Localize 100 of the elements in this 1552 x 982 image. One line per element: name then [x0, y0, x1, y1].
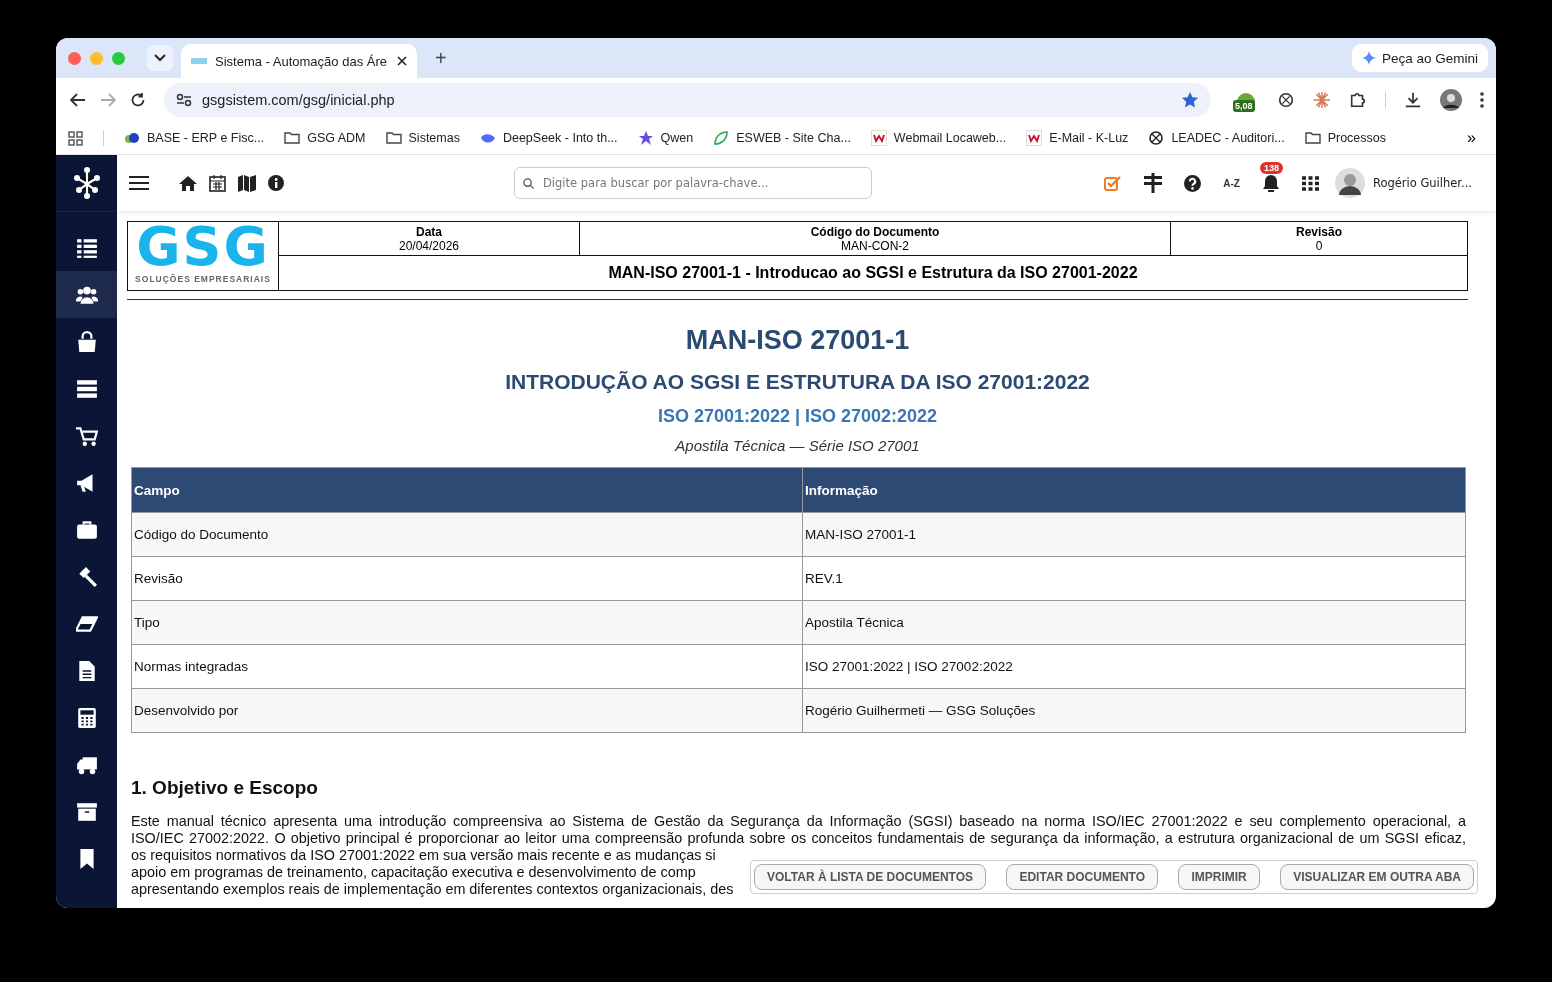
action-button[interactable]: VISUALIZAR EM OUTRA ABA [1280, 864, 1474, 890]
bookmark[interactable]: LEADEC - Auditori... [1148, 130, 1285, 146]
calendar-button[interactable] [209, 174, 226, 192]
table-cell: Apostila Técnica [802, 600, 1466, 645]
action-button[interactable]: IMPRIMIR [1178, 864, 1260, 890]
alphabetical-button[interactable]: A-Z [1223, 177, 1240, 189]
table-cell: Código do Documento [131, 512, 803, 557]
signpost-button[interactable] [1144, 173, 1163, 193]
map-button[interactable] [238, 174, 256, 192]
grid-icon [1301, 175, 1319, 191]
norms-line: ISO 27001:2022 | ISO 27002:2022 [657, 406, 938, 427]
bookmark[interactable]: Sistemas [385, 130, 460, 146]
knot-icon [1277, 91, 1295, 109]
help-icon [1184, 174, 1202, 192]
field-value: MAN-CON-2 [841, 238, 909, 253]
bookmark[interactable]: E-Mail - K-Luz [1026, 130, 1129, 146]
knot-icon [1148, 130, 1165, 146]
extension-button[interactable]: 5,08 [1233, 88, 1259, 112]
burst-icon [1313, 91, 1331, 109]
bag-icon [75, 330, 98, 353]
table-cell: REV.1 [802, 556, 1466, 601]
table-cell: Desenvolvido por [131, 688, 803, 733]
sparkle-icon [1361, 51, 1376, 65]
reload-button[interactable] [130, 92, 146, 108]
table-cell: Rogério Guilhermeti — GSG Soluções [802, 688, 1466, 733]
document-title: MAN-ISO 27001-1 [685, 325, 910, 356]
back-button[interactable] [70, 93, 86, 107]
info-icon [268, 175, 284, 191]
help-button[interactable] [1184, 174, 1202, 192]
sidebar-item[interactable] [56, 271, 117, 318]
bookmark[interactable]: Webmail Locaweb... [870, 130, 1007, 146]
field-label: Data [415, 224, 443, 239]
document-header-title: MAN-ISO 27001-1 - Introducao ao SGSI e Estrutura da ISO 27001-2022 [608, 264, 1138, 281]
folder-icon [1304, 130, 1321, 146]
checkbox-icon [1104, 175, 1123, 191]
menu-button[interactable] [129, 175, 149, 191]
puzzle-icon [1349, 91, 1367, 109]
close-icon [397, 56, 407, 66]
reload-icon [130, 92, 146, 108]
cart-icon [75, 424, 98, 447]
column-header: Informação [802, 467, 1466, 513]
table-cell: Revisão [131, 556, 803, 601]
bookmark[interactable]: DeepSeek - Into th... [479, 130, 618, 146]
logo: GSG [136, 224, 270, 270]
field-value: 20/04/2026 [398, 238, 460, 253]
site-settings-icon [176, 93, 192, 107]
apps-grid-icon [68, 130, 83, 146]
bookmark[interactable]: BASE - ERP e Fisc... [124, 130, 265, 146]
column-header: Campo [131, 467, 803, 513]
apps-button[interactable] [1301, 175, 1319, 191]
paragraph: os requisitos normativos da ISO 27001:2022 em sua versão mais recente e as mudanças si apoio em programas de treinamento, capacitação executiva e desenvolvimento de comp apresentando exemplos reais de implementação em diferentes contextos organizacionais, des [131, 847, 731, 898]
dots-icon [124, 130, 140, 146]
new-tab-button[interactable]: + [431, 46, 451, 70]
map-icon [238, 174, 256, 192]
series-line: Apostila Técnica — Série ISO 27001 [675, 437, 920, 454]
tab-menu-button[interactable] [147, 45, 173, 71]
signpost-icon [1144, 173, 1163, 193]
gemini-button[interactable]: Peça ao Gemini [1351, 44, 1488, 72]
server-icon [75, 377, 98, 400]
star-icon [1181, 91, 1199, 109]
table-cell: Normas integradas [131, 644, 803, 689]
table-cell: ISO 27001:2022 | ISO 27002:2022 [802, 644, 1466, 689]
folder-icon [385, 130, 402, 146]
avatar-icon [1440, 89, 1462, 111]
menu-icon [129, 175, 149, 191]
avatar-icon [1334, 168, 1365, 198]
info-button[interactable] [268, 175, 284, 191]
browser-tab[interactable]: Sistema - Automação das Áre [181, 44, 417, 78]
tasks-button[interactable] [1104, 175, 1123, 191]
more-icon [1480, 92, 1484, 108]
bookmark[interactable]: GSG ADM [284, 130, 366, 146]
w-logo-icon [870, 130, 887, 146]
more-bookmarks-button[interactable]: » [1459, 129, 1484, 147]
bell-icon [1261, 174, 1280, 192]
star-icon [637, 130, 654, 146]
bookmark[interactable]: Qwen [637, 130, 694, 146]
w-logo-icon [1026, 130, 1043, 146]
section-heading: 1. Objetivo e Escopo [131, 777, 319, 799]
logo-tagline: SOLUÇÕES EMPRESARIAIS [135, 274, 271, 284]
field-label: Código do Documento [809, 224, 941, 239]
chevron-down-icon [154, 54, 166, 62]
calendar-icon [209, 174, 226, 192]
action-button[interactable]: VOLTAR À LISTA DE DOCUMENTOS [754, 864, 986, 890]
action-button[interactable]: EDITAR DOCUMENTO [1006, 864, 1158, 890]
notifications-button[interactable] [1261, 174, 1280, 192]
home-button[interactable] [179, 175, 197, 191]
field-label: Revisão [1295, 224, 1343, 239]
download-icon [1404, 91, 1422, 109]
notification-count: 138 [1259, 162, 1283, 174]
field-value: 0 [1315, 238, 1323, 253]
table-cell: MAN-ISO 27001-1 [802, 512, 1466, 557]
user-menu[interactable]: Rogério Guilher... [1334, 168, 1472, 198]
address-bar[interactable]: gsgsistem.com/gsg/inicial.php [164, 83, 1211, 117]
site-logo-icon [191, 57, 207, 65]
bookmark[interactable]: Processos [1304, 130, 1386, 146]
search-field[interactable]: Digite para buscar por palavra-chave... [514, 167, 872, 199]
bookmark[interactable]: ESWEB - Site Cha... [713, 130, 851, 146]
arrow-right-icon [100, 93, 116, 107]
calculator-icon [75, 706, 98, 729]
document-subtitle: INTRODUÇÃO AO SGSI E ESTRUTURA DA ISO 27001:2022 [505, 370, 1090, 394]
